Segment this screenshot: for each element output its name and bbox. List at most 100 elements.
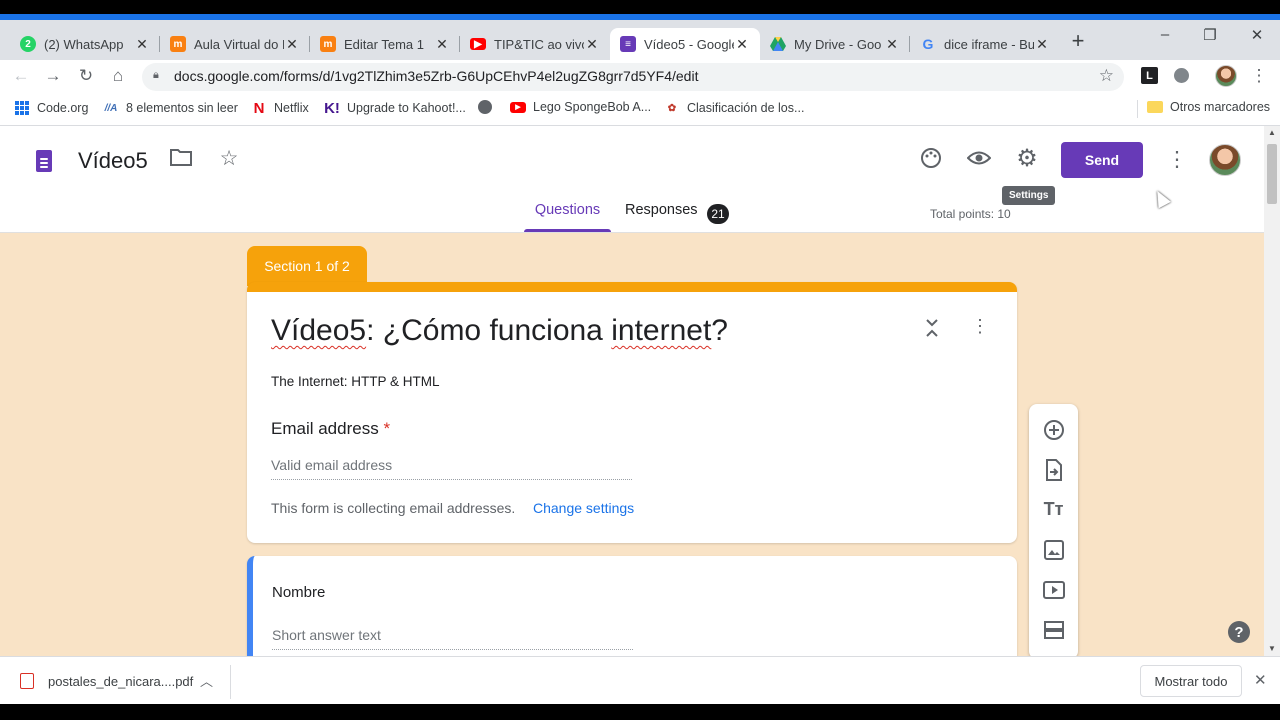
section-label: Section 1 of 2	[247, 246, 367, 286]
minimize-icon[interactable]: –	[1155, 26, 1175, 43]
form-heading[interactable]: Vídeo5: ¿Cómo funciona internet?	[271, 314, 728, 348]
bookmark-netflix[interactable]: N Netflix	[251, 99, 309, 117]
browser-menu-icon[interactable]: ⋮	[1248, 66, 1270, 86]
star-icon[interactable]: ☆	[217, 146, 241, 171]
close-icon[interactable]: ✕	[734, 36, 750, 53]
floating-toolbar: Tт	[1029, 404, 1078, 656]
add-title-icon[interactable]: Tт	[1041, 497, 1066, 522]
bookmark-label: Code.org	[37, 101, 89, 115]
add-video-icon[interactable]	[1041, 577, 1066, 602]
email-question-label: Email address *	[271, 419, 390, 439]
address-bar[interactable]: 🔒︎ docs.google.com/forms/d/1vg2TlZhim3e5…	[142, 63, 1124, 91]
email-input[interactable]: Valid email address	[271, 457, 632, 480]
home-icon[interactable]: ⌂	[107, 66, 129, 86]
account-avatar[interactable]	[1209, 144, 1241, 176]
browser-tab-whatsapp[interactable]: 2 (2) WhatsApp ✕	[10, 28, 160, 60]
browser-tab-google-search[interactable]: G dice iframe - Bu ✕	[910, 28, 1060, 60]
screen-bottom-bar	[0, 704, 1280, 720]
folder-icon	[1147, 101, 1163, 113]
form-description[interactable]: The Internet: HTTP & HTML	[271, 374, 440, 389]
add-question-icon[interactable]	[1041, 417, 1066, 442]
screen-top-bar	[0, 0, 1280, 20]
extension-l-icon[interactable]: L	[1141, 67, 1158, 84]
browser-tab-youtube[interactable]: ▶ TIP&TIC ao vivo ✕	[460, 28, 610, 60]
form-header-card[interactable]: Vídeo5: ¿Cómo funciona internet? ⋮ The I…	[247, 282, 1017, 543]
close-icon[interactable]: ✕	[284, 36, 300, 53]
bookmark-code-org[interactable]: Code.org	[14, 100, 88, 116]
restore-icon[interactable]: ❐	[1200, 26, 1220, 44]
tab-questions[interactable]: Questions	[524, 202, 611, 232]
close-icon[interactable]: ✕	[584, 36, 600, 53]
scroll-down-icon[interactable]: ▼	[1268, 644, 1276, 653]
preview-eye-icon[interactable]	[966, 147, 992, 175]
add-image-icon[interactable]	[1041, 537, 1066, 562]
responses-count-badge: 21	[707, 204, 729, 224]
scrollbar-thumb[interactable]	[1267, 144, 1277, 204]
forward-arrow-icon[interactable]: →	[42, 66, 64, 86]
close-icon[interactable]: ✕	[134, 36, 150, 53]
import-questions-icon[interactable]	[1041, 457, 1066, 482]
profile-avatar[interactable]	[1215, 65, 1237, 87]
close-download-bar-icon[interactable]: ✕	[1254, 671, 1267, 689]
page-scrollbar[interactable]: ▲ ▼	[1264, 126, 1280, 656]
extension-letter: L	[1146, 69, 1153, 82]
more-vert-icon[interactable]: ⋮	[1165, 147, 1189, 172]
page-icon: ✿	[667, 102, 677, 114]
globe-icon	[478, 100, 492, 114]
palette-icon[interactable]	[919, 147, 943, 175]
close-icon[interactable]: ✕	[884, 36, 900, 53]
bookmark-globe[interactable]	[478, 100, 499, 114]
download-filename: postales_de_nicara....pdf	[48, 673, 194, 689]
moodle-icon: m	[320, 36, 336, 52]
short-answer-input: Short answer text	[272, 627, 633, 650]
netflix-icon: N	[253, 99, 265, 117]
tab-title: My Drive - Goo	[794, 36, 882, 52]
window-close-icon[interactable]: ✕	[1247, 26, 1267, 44]
question-card-nombre[interactable]: Nombre Short answer text	[247, 556, 1017, 656]
youtube-icon: ▶	[470, 38, 486, 50]
collapse-icon[interactable]	[922, 318, 942, 343]
change-settings-link[interactable]: Change settings	[533, 500, 634, 516]
other-bookmarks-folder[interactable]: Otros marcadores	[1147, 100, 1270, 114]
email-collecting-note: This form is collecting email addresses.	[271, 500, 516, 516]
browser-tab-forms-active[interactable]: ≡ Vídeo5 - Google ✕	[610, 28, 760, 60]
chevron-up-icon[interactable]: ︿	[200, 671, 213, 690]
bookmark-label: Otros marcadores	[1170, 100, 1271, 114]
tab-label: Questions	[534, 202, 601, 218]
settings-gear-icon[interactable]: ⚙	[1015, 144, 1039, 173]
close-icon[interactable]: ✕	[1034, 36, 1050, 53]
new-tab-plus-icon[interactable]: +	[1068, 28, 1088, 54]
question-title[interactable]: Nombre	[272, 584, 325, 601]
tab-responses[interactable]: Responses	[625, 202, 698, 218]
url-text[interactable]: docs.google.com/forms/d/1vg2TlZhim3e5Zrb…	[174, 68, 698, 84]
bookmark-lego-spongebob[interactable]: ▶ Lego SpongeBob A...	[510, 100, 651, 114]
forms-logo-icon[interactable]	[36, 150, 52, 172]
extension-globe-icon[interactable]	[1174, 68, 1189, 83]
browser-tab-editar-tema[interactable]: m Editar Tema 1 ✕	[310, 28, 460, 60]
form-title[interactable]: Vídeo5	[78, 148, 148, 174]
show-all-button[interactable]: Mostrar todo	[1140, 665, 1242, 697]
back-arrow-icon[interactable]: ←	[10, 66, 32, 86]
browser-tab-aula-virtual[interactable]: m Aula Virtual do I ✕	[160, 28, 310, 60]
lock-icon: 🔒︎	[153, 69, 159, 81]
tab-strip: 2 (2) WhatsApp ✕ m Aula Virtual do I ✕ m…	[0, 20, 1280, 60]
forms-icon: ≡	[620, 36, 636, 52]
bookmark-clasificacion[interactable]: ✿ Clasificación de los...	[664, 100, 805, 116]
help-icon[interactable]: ?	[1228, 621, 1250, 643]
send-button[interactable]: Send	[1061, 142, 1143, 178]
section-more-icon[interactable]: ⋮	[970, 316, 990, 337]
bookmark-kahoot[interactable]: K! Upgrade to Kahoot!...	[324, 100, 466, 117]
forms-header: Vídeo5 ☆ ⚙ Send ⋮ Settings Questions Res…	[0, 126, 1264, 233]
tab-title: Editar Tema 1	[344, 36, 424, 52]
browser-tab-drive[interactable]: My Drive - Goo ✕	[760, 28, 910, 60]
bookmark-star-icon[interactable]: ☆	[1099, 66, 1114, 86]
add-section-icon[interactable]	[1041, 617, 1066, 642]
folder-icon[interactable]	[169, 148, 193, 172]
close-icon[interactable]: ✕	[434, 36, 450, 53]
download-item[interactable]: postales_de_nicara....pdf	[20, 673, 193, 689]
reload-icon[interactable]: ↻	[75, 66, 97, 86]
pdf-file-icon	[20, 673, 34, 689]
bookmark-feed[interactable]: //A 8 elementos sin leer	[103, 100, 238, 116]
heading-part: ?	[711, 314, 728, 347]
scroll-up-icon[interactable]: ▲	[1268, 128, 1276, 137]
